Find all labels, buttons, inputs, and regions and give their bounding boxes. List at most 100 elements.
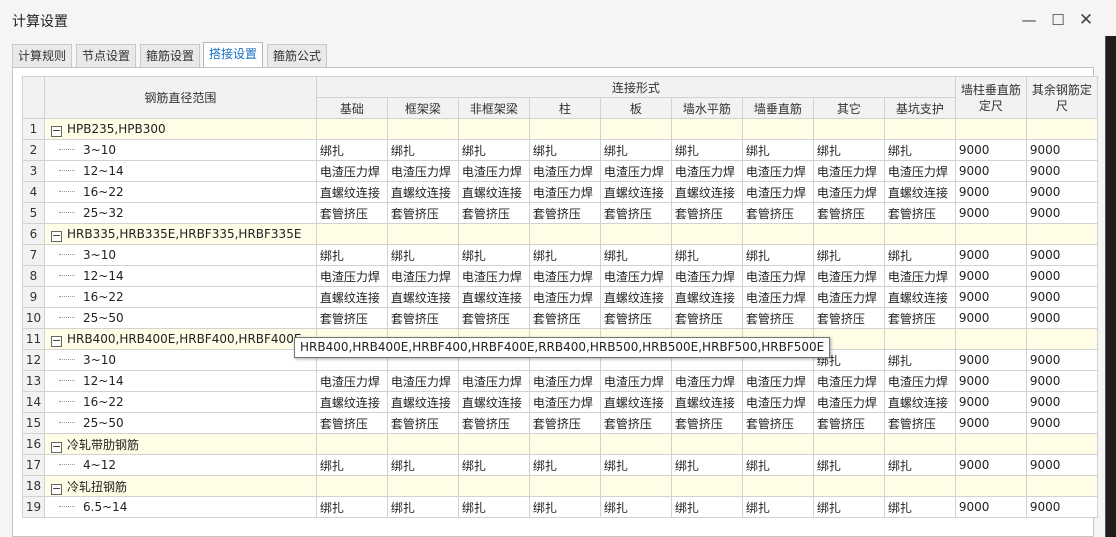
cell-nonframe-beam[interactable]: 套管挤压	[457, 307, 530, 329]
cell-foundation[interactable]: 套管挤压	[315, 307, 388, 329]
cell-wall-horizontal[interactable]: 电渣压力焊	[670, 160, 743, 182]
cell-wall-horizontal[interactable]	[670, 433, 743, 455]
cell-slab[interactable]: 绑扎	[599, 244, 672, 266]
cell-wall-vertical[interactable]: 电渣压力焊	[741, 286, 814, 308]
cell-wall-column-length[interactable]	[954, 328, 1027, 350]
cell-other-length[interactable]: 9000	[1025, 181, 1098, 203]
cell-slab[interactable]: 电渣压力焊	[599, 160, 672, 182]
cell-pit-support[interactable]: 电渣压力焊	[883, 370, 956, 392]
cell-column[interactable]: 电渣压力焊	[528, 391, 601, 413]
cell-frame-beam[interactable]: 直螺纹连接	[386, 391, 459, 413]
cell-column[interactable]: 电渣压力焊	[528, 160, 601, 182]
cell-wall-column-length[interactable]: 9000	[954, 412, 1027, 434]
cell-pit-support[interactable]	[883, 223, 956, 245]
cell-frame-beam[interactable]: 绑扎	[386, 139, 459, 161]
cell-slab[interactable]: 直螺纹连接	[599, 286, 672, 308]
cell-foundation[interactable]	[315, 475, 388, 497]
cell-slab[interactable]: 套管挤压	[599, 202, 672, 224]
cell-frame-beam[interactable]: 绑扎	[386, 496, 459, 518]
cell-wall-column-length[interactable]	[954, 223, 1027, 245]
cell-column[interactable]	[528, 475, 601, 497]
cell-nonframe-beam[interactable]: 直螺纹连接	[457, 286, 530, 308]
tab-node-settings[interactable]: 节点设置	[76, 44, 136, 67]
diameter-range-cell[interactable]: 12~14	[44, 265, 317, 287]
diameter-range-cell[interactable]: 3~10	[44, 139, 317, 161]
cell-other[interactable]: 绑扎	[812, 139, 885, 161]
cell-other[interactable]: 绑扎	[812, 496, 885, 518]
cell-other-length[interactable]: 9000	[1025, 349, 1098, 371]
collapse-icon[interactable]: −	[51, 125, 62, 137]
cell-frame-beam[interactable]: 电渣压力焊	[386, 265, 459, 287]
cell-wall-vertical[interactable]: 电渣压力焊	[741, 265, 814, 287]
cell-frame-beam[interactable]: 直螺纹连接	[386, 181, 459, 203]
cell-foundation[interactable]: 套管挤压	[315, 202, 388, 224]
cell-slab[interactable]: 电渣压力焊	[599, 370, 672, 392]
cell-column[interactable]: 电渣压力焊	[528, 265, 601, 287]
cell-other[interactable]: 电渣压力焊	[812, 370, 885, 392]
cell-pit-support[interactable]	[883, 328, 956, 350]
cell-foundation[interactable]	[315, 118, 388, 140]
cell-column[interactable]: 套管挤压	[528, 307, 601, 329]
cell-frame-beam[interactable]: 绑扎	[386, 454, 459, 476]
cell-foundation[interactable]: 绑扎	[315, 496, 388, 518]
group-name-cell[interactable]: − 冷轧扭钢筋	[44, 475, 317, 497]
diameter-range-cell[interactable]: 12~14	[44, 370, 317, 392]
cell-wall-horizontal[interactable]	[670, 118, 743, 140]
cell-wall-horizontal[interactable]	[670, 475, 743, 497]
cell-wall-horizontal[interactable]: 绑扎	[670, 454, 743, 476]
cell-wall-vertical[interactable]: 电渣压力焊	[741, 370, 814, 392]
cell-other[interactable]	[812, 475, 885, 497]
cell-slab[interactable]	[599, 223, 672, 245]
diameter-range-cell[interactable]: 6.5~14	[44, 496, 317, 518]
cell-wall-vertical[interactable]: 绑扎	[741, 139, 814, 161]
cell-wall-column-length[interactable]: 9000	[954, 391, 1027, 413]
tab-lap-settings[interactable]: 搭接设置	[203, 42, 263, 68]
diameter-range-cell[interactable]: 12~14	[44, 160, 317, 182]
table-group-row[interactable]: 1− HPB235,HPB300	[22, 118, 1098, 140]
cell-other-length[interactable]: 9000	[1025, 307, 1098, 329]
cell-other-length[interactable]: 9000	[1025, 265, 1098, 287]
maximize-icon[interactable]: ☐	[1048, 10, 1068, 30]
collapse-icon[interactable]: −	[51, 441, 62, 453]
collapse-icon[interactable]: −	[51, 230, 62, 242]
cell-frame-beam[interactable]	[386, 475, 459, 497]
cell-other[interactable]	[812, 118, 885, 140]
table-row[interactable]: 3 12~14 电渣压力焊 电渣压力焊 电渣压力焊 电渣压力焊 电渣压力焊 电渣压力焊 电渣压力…	[22, 160, 1098, 182]
cell-wall-column-length[interactable]: 9000	[954, 307, 1027, 329]
cell-foundation[interactable]: 绑扎	[315, 139, 388, 161]
cell-nonframe-beam[interactable]	[457, 223, 530, 245]
cell-other[interactable]: 电渣压力焊	[812, 160, 885, 182]
cell-wall-column-length[interactable]: 9000	[954, 139, 1027, 161]
cell-slab[interactable]: 绑扎	[599, 496, 672, 518]
collapse-icon[interactable]: −	[51, 483, 62, 495]
cell-frame-beam[interactable]: 套管挤压	[386, 307, 459, 329]
cell-other[interactable]: 电渣压力焊	[812, 181, 885, 203]
cell-foundation[interactable]	[315, 433, 388, 455]
cell-wall-column-length[interactable]: 9000	[954, 244, 1027, 266]
diameter-range-cell[interactable]: 4~12	[44, 454, 317, 476]
cell-wall-horizontal[interactable]: 套管挤压	[670, 307, 743, 329]
cell-frame-beam[interactable]	[386, 223, 459, 245]
cell-wall-column-length[interactable]: 9000	[954, 286, 1027, 308]
cell-foundation[interactable]: 直螺纹连接	[315, 286, 388, 308]
cell-other[interactable]: 绑扎	[812, 244, 885, 266]
cell-slab[interactable]: 直螺纹连接	[599, 181, 672, 203]
cell-wall-horizontal[interactable]: 绑扎	[670, 496, 743, 518]
cell-nonframe-beam[interactable]: 套管挤压	[457, 412, 530, 434]
cell-foundation[interactable]: 电渣压力焊	[315, 265, 388, 287]
cell-foundation[interactable]: 套管挤压	[315, 412, 388, 434]
cell-other[interactable]: 套管挤压	[812, 412, 885, 434]
cell-other-length[interactable]: 9000	[1025, 202, 1098, 224]
table-row[interactable]: 7 3~10 绑扎 绑扎 绑扎 绑扎 绑扎 绑扎 绑扎 绑扎 绑扎 9000 9000	[22, 244, 1098, 266]
cell-nonframe-beam[interactable]: 套管挤压	[457, 202, 530, 224]
cell-other-length[interactable]	[1025, 475, 1098, 497]
cell-wall-horizontal[interactable]: 套管挤压	[670, 412, 743, 434]
cell-other-length[interactable]: 9000	[1025, 412, 1098, 434]
cell-frame-beam[interactable]: 电渣压力焊	[386, 370, 459, 392]
cell-other-length[interactable]: 9000	[1025, 391, 1098, 413]
diameter-range-cell[interactable]: 3~10	[44, 244, 317, 266]
cell-other-length[interactable]	[1025, 223, 1098, 245]
cell-column[interactable]: 绑扎	[528, 496, 601, 518]
group-name-cell[interactable]: − HRB335,HRB335E,HRBF335,HRBF335E	[44, 223, 317, 245]
cell-wall-horizontal[interactable]: 电渣压力焊	[670, 265, 743, 287]
